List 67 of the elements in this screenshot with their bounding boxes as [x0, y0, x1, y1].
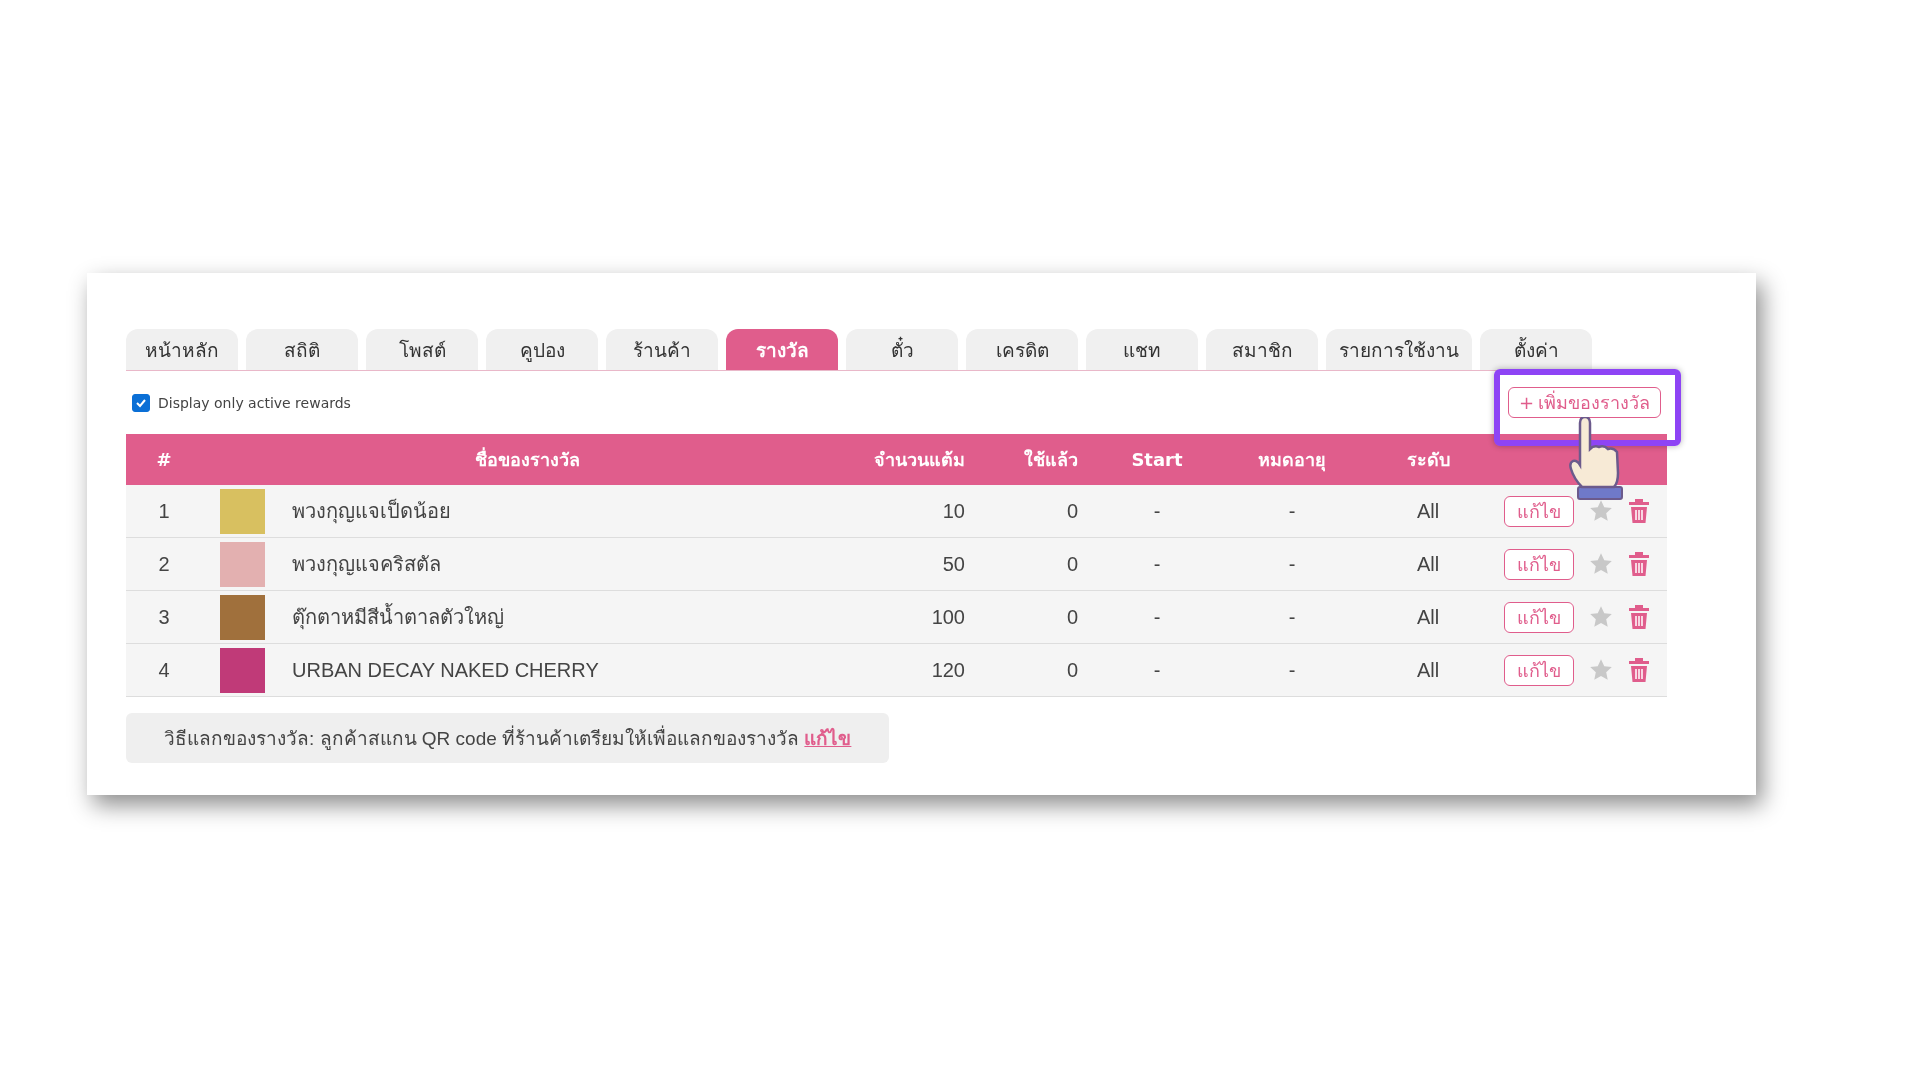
column-header: ใช้แล้ว [1023, 448, 1079, 472]
nav-tab[interactable]: ร้านค้า [606, 329, 718, 370]
table-cell-text: พวงกุญแจคริสตัล [292, 552, 442, 579]
checkbox-label: Display only active rewards [158, 394, 351, 411]
nav-tab[interactable]: โพสต์ [366, 329, 478, 370]
column-header: ระดับ [1405, 448, 1451, 472]
table-cell-text: - [1287, 552, 1297, 576]
table-cell-text: 0 [1065, 658, 1079, 682]
table-cell-text: 100 [930, 605, 966, 629]
table-cell-text: - [1152, 552, 1162, 576]
add-reward-button[interactable]: + เพิ่มของรางวัล [1507, 387, 1661, 418]
column-header: ชื่อของรางวัล [473, 446, 581, 472]
table-cell-text: URBAN DECAY NAKED CHERRY [292, 658, 600, 682]
star-icon[interactable] [1588, 604, 1614, 630]
table-cell-text: - [1287, 499, 1297, 523]
table-cell-text: 3 [157, 605, 171, 629]
nav-tab[interactable]: สถิติ [246, 329, 358, 370]
table-cell-text: All [1415, 605, 1441, 629]
checkbox[interactable] [132, 393, 150, 412]
table-cell-text: 4 [157, 658, 171, 682]
edit-button[interactable]: แก้ไข [1504, 548, 1574, 580]
edit-button[interactable]: แก้ไข [1504, 654, 1574, 686]
trash-icon[interactable] [1628, 604, 1650, 630]
nav-tab[interactable]: แชท [1086, 329, 1198, 370]
nav-tab[interactable]: เครดิต [966, 329, 1078, 370]
edit-button[interactable]: แก้ไข [1504, 495, 1574, 527]
star-icon[interactable] [1588, 498, 1614, 524]
table-cell-text: 0 [1065, 605, 1079, 629]
nav-tab[interactable]: ตั้งค่า [1480, 329, 1592, 370]
nav-tab[interactable]: หน้าหลัก [126, 329, 238, 370]
edit-button[interactable]: แก้ไข [1504, 601, 1574, 633]
table-cell-text: 120 [930, 658, 966, 682]
star-icon[interactable] [1588, 551, 1614, 577]
hand-pointer-icon [1567, 417, 1624, 501]
trash-icon[interactable] [1628, 657, 1650, 683]
table-cell-text: All [1415, 658, 1441, 682]
table-cell-text: - [1152, 499, 1162, 523]
table-cell-text: - [1287, 658, 1297, 682]
photo-placeholder [219, 594, 265, 640]
nav-tab[interactable]: สมาชิก [1206, 329, 1318, 370]
trash-icon[interactable] [1628, 498, 1650, 524]
column-header: หมดอายุ [1257, 448, 1327, 474]
table-cell-text: All [1415, 552, 1441, 576]
photo-placeholder [219, 647, 265, 693]
table-cell: ตุ๊กตาหมีสีน้ำตาลตัวใหญ่ [292, 601, 852, 633]
photo-placeholder [219, 541, 265, 587]
nav-tab[interactable]: ตั๋ว [846, 329, 958, 370]
table-cell-text: - [1152, 605, 1162, 629]
column-header: จำนวนแต้ม [873, 448, 966, 472]
table-cell-text: All [1415, 499, 1441, 523]
nav-tab[interactable]: รายการใช้งาน [1326, 329, 1472, 370]
table-cell-text: 0 [1065, 552, 1079, 576]
trash-icon[interactable] [1628, 551, 1650, 577]
table-cell-text: พวงกุญแจเป็ดน้อย [292, 497, 452, 526]
photo-placeholder [219, 488, 265, 534]
table-cell-text: 50 [941, 552, 966, 576]
column-header: # [155, 449, 173, 470]
table-cell-text: 0 [1065, 499, 1079, 523]
nav-tab[interactable]: คูปอง [486, 329, 598, 370]
table-cell-text: 10 [941, 499, 966, 523]
table-cell-text: - [1287, 605, 1297, 629]
star-icon[interactable] [1588, 657, 1614, 683]
redeem-instructions: วิธีแลกของรางวัล: ลูกค้าสแกน QR code ที่ร้านค้าเตรียมให้เพื่อแลกของรางวัล แก้ไข [126, 713, 890, 763]
table-cell-text: 2 [157, 552, 171, 576]
column-header: Start [1130, 449, 1184, 470]
table-cell-text: - [1152, 658, 1162, 682]
table-cell-text: 1 [157, 499, 171, 523]
